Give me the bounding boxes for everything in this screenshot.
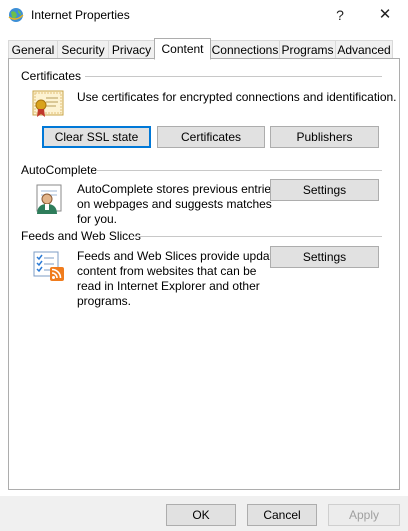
title-bar: Internet Properties ? ✕ xyxy=(0,0,408,30)
feeds-section-title: Feeds and Web Slices xyxy=(21,229,141,243)
autocomplete-user-form-icon xyxy=(36,184,62,214)
certificates-divider xyxy=(85,76,382,77)
autocomplete-section-title: AutoComplete xyxy=(21,163,98,177)
tab-content[interactable]: Content xyxy=(154,38,211,60)
publishers-button[interactable]: Publishers xyxy=(270,126,379,148)
certificates-description: Use certificates for encrypted connectio… xyxy=(77,90,397,104)
autocomplete-divider xyxy=(96,170,382,171)
tab-connections[interactable]: Connections xyxy=(210,40,280,58)
tab-advanced[interactable]: Advanced xyxy=(335,40,393,58)
apply-button[interactable]: Apply xyxy=(328,504,400,526)
tab-security[interactable]: Security xyxy=(57,40,109,58)
tab-programs[interactable]: Programs xyxy=(279,40,336,58)
tab-strip: General Security Privacy Content Connect… xyxy=(8,38,400,60)
window-title: Internet Properties xyxy=(31,8,130,22)
certificates-section-title: Certificates xyxy=(21,69,82,83)
feeds-rss-icon xyxy=(33,251,64,281)
clear-ssl-state-button[interactable]: Clear SSL state xyxy=(42,126,151,148)
certificate-icon xyxy=(32,90,64,117)
close-button[interactable]: ✕ xyxy=(363,0,407,30)
tab-privacy[interactable]: Privacy xyxy=(108,40,155,58)
help-button[interactable]: ? xyxy=(318,0,362,30)
feeds-divider xyxy=(130,236,382,237)
feeds-description: Feeds and Web Slices provide updated con… xyxy=(77,249,287,308)
tab-general[interactable]: General xyxy=(8,40,58,58)
certificates-button[interactable]: Certificates xyxy=(157,126,265,148)
autocomplete-settings-button[interactable]: Settings xyxy=(270,179,379,201)
feeds-settings-button[interactable]: Settings xyxy=(270,246,379,268)
cancel-button[interactable]: Cancel xyxy=(247,504,317,526)
ok-button[interactable]: OK xyxy=(166,504,236,526)
autocomplete-description: AutoComplete stores previous entries on … xyxy=(77,182,278,226)
internet-globe-icon xyxy=(8,8,24,22)
